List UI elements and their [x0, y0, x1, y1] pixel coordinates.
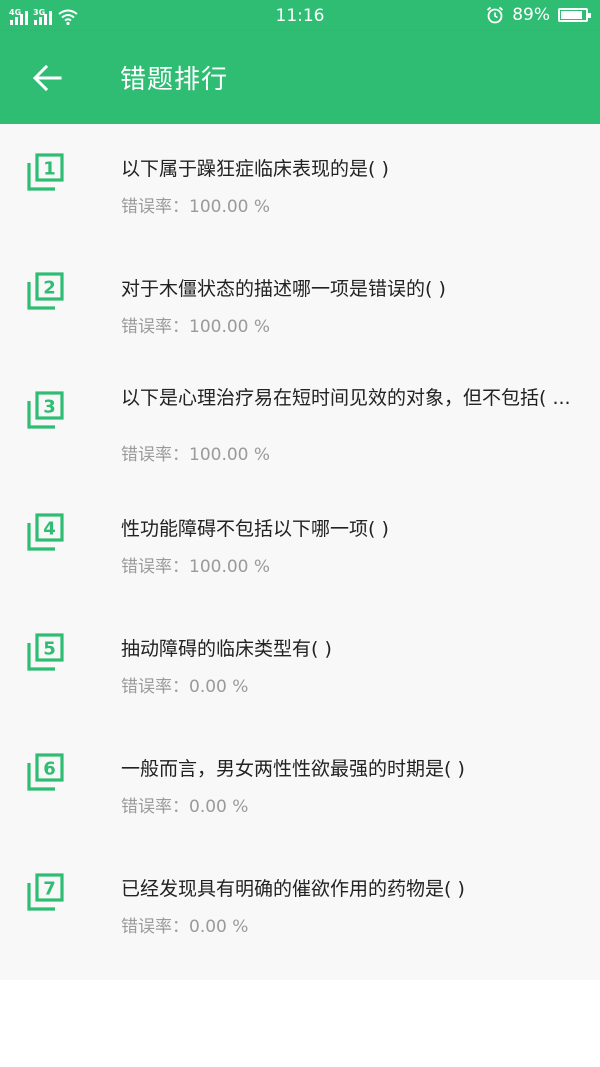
- error-rate-value: 0.00 %: [189, 677, 249, 697]
- rank-number: 7: [43, 879, 56, 900]
- back-button[interactable]: [26, 57, 68, 99]
- question-text: 以下是心理治疗易在短时间见效的对象，但不包括( ...: [121, 387, 571, 409]
- error-rate-value: 100.00 %: [189, 557, 271, 577]
- error-rate-label: 错误率：: [121, 677, 189, 697]
- error-rate-value: 0.00 %: [189, 797, 249, 817]
- list-item[interactable]: 1 以下属于躁狂症临床表现的是( ) 错误率：100.00 %: [0, 124, 600, 242]
- list-item[interactable]: 7 已经发现具有明确的催欲作用的药物是( ) 错误率：0.00 %: [0, 843, 600, 961]
- error-rate-label: 错误率：: [121, 317, 189, 337]
- status-right: 89%: [486, 5, 591, 25]
- rank-number: 6: [43, 759, 56, 780]
- question-text: 对于木僵状态的描述哪一项是错误的( ): [121, 278, 446, 300]
- question-text: 已经发现具有明确的催欲作用的药物是( ): [121, 878, 465, 900]
- error-rate-value: 100.00 %: [189, 197, 271, 217]
- question-text: 一般而言，男女两性性欲最强的时期是( ): [121, 758, 465, 780]
- rank-number: 3: [43, 397, 56, 418]
- rank-badge-icon: 1: [26, 152, 66, 192]
- error-rate: 错误率：100.00 %: [121, 440, 270, 465]
- list-item[interactable]: 4 性功能障碍不包括以下哪一项( ) 错误率：100.00 %: [0, 484, 600, 602]
- error-rate-value: 100.00 %: [189, 317, 271, 337]
- error-rate: 错误率：100.00 %: [121, 192, 270, 217]
- error-rate: 错误率：100.00 %: [121, 312, 270, 337]
- rank-badge-icon: 2: [26, 271, 66, 311]
- error-rate-label: 错误率：: [121, 797, 189, 817]
- list-item[interactable]: 3 以下是心理治疗易在短时间见效的对象，但不包括( ... 错误率：100.00…: [0, 366, 600, 484]
- list-item[interactable]: 5 抽动障碍的临床类型有( ) 错误率：0.00 %: [0, 604, 600, 722]
- rank-number: 1: [43, 159, 56, 180]
- status-bar: 4G 3G 11:16 89%: [0, 0, 600, 31]
- battery-fill: [561, 11, 583, 19]
- rank-number: 4: [43, 519, 56, 540]
- question-ranking-list: 1 以下属于躁狂症临床表现的是( ) 错误率：100.00 % 2 对于木僵状态…: [0, 124, 600, 980]
- rank-badge-icon: 4: [26, 512, 66, 552]
- error-rate-label: 错误率：: [121, 197, 189, 217]
- error-rate-label: 错误率：: [121, 557, 189, 577]
- rank-badge-icon: 5: [26, 632, 66, 672]
- rank-number: 2: [43, 278, 56, 299]
- error-rate-value: 100.00 %: [189, 445, 271, 465]
- rank-number: 5: [43, 639, 56, 660]
- error-rate-label: 错误率：: [121, 445, 189, 465]
- error-rate: 错误率：0.00 %: [121, 672, 248, 697]
- list-item[interactable]: 6 一般而言，男女两性性欲最强的时期是( ) 错误率：0.00 %: [0, 724, 600, 842]
- error-rate: 错误率：100.00 %: [121, 552, 270, 577]
- page-title: 错题排行: [120, 65, 229, 95]
- question-text: 性功能障碍不包括以下哪一项( ): [121, 518, 389, 540]
- error-rate: 错误率：0.00 %: [121, 912, 248, 937]
- app-bar: 错题排行: [0, 31, 600, 124]
- battery-percent: 89%: [512, 5, 550, 25]
- rank-badge-icon: 7: [26, 872, 66, 912]
- arrow-left-icon: [32, 65, 62, 91]
- rank-badge-icon: 6: [26, 752, 66, 792]
- error-rate-label: 错误率：: [121, 917, 189, 937]
- question-text: 抽动障碍的临床类型有( ): [121, 638, 332, 660]
- error-rate-value: 0.00 %: [189, 917, 249, 937]
- rank-badge-icon: 3: [26, 390, 66, 430]
- alarm-icon: [487, 6, 504, 24]
- error-rate: 错误率：0.00 %: [121, 792, 248, 817]
- list-item[interactable]: 2 对于木僵状态的描述哪一项是错误的( ) 错误率：100.00 %: [0, 242, 600, 360]
- battery-icon: [558, 8, 591, 22]
- question-text: 以下属于躁狂症临床表现的是( ): [121, 158, 389, 180]
